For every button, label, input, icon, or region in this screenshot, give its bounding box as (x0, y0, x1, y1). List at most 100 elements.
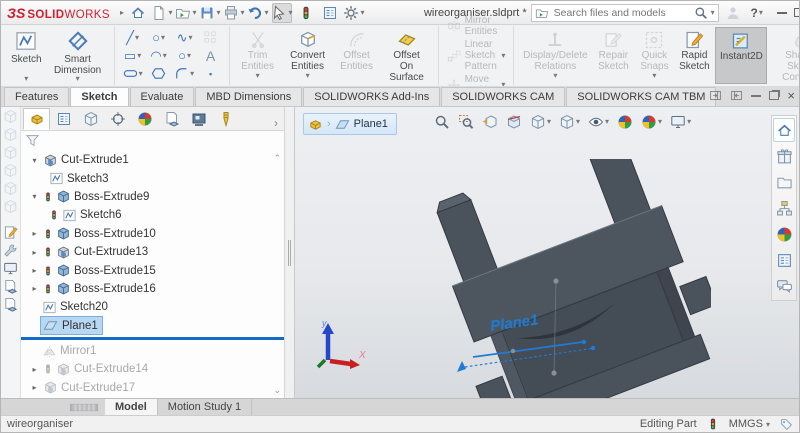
expand-arrow-icon[interactable]: ▸ (29, 229, 40, 238)
point-tool-button[interactable]: ▪ (198, 69, 224, 79)
ellipse-tool-button[interactable]: ○ ▾ (172, 48, 198, 63)
file-properties-button[interactable] (320, 3, 340, 23)
open-button[interactable]: ▾ (176, 3, 196, 23)
spline-tool-button[interactable]: ∿ ▾ (172, 30, 198, 46)
tree-item-boss-extrude9[interactable]: ▾ Boss-Extrude9 (21, 188, 284, 206)
tab-cam-feature-tree[interactable] (158, 108, 185, 130)
doc-close-button[interactable]: × (787, 89, 795, 102)
help-button[interactable]: ? ▾ (747, 3, 767, 23)
tree-scroll-up-icon[interactable]: ⌃ (273, 153, 281, 164)
expand-arrow-icon[interactable]: ▾ (29, 156, 40, 165)
view-settings-button[interactable]: ▾ (669, 113, 692, 131)
view-orientation-button[interactable]: ▾ (529, 113, 552, 131)
monitor-icon[interactable] (3, 261, 18, 276)
tab-solidworks-cam-tbm[interactable]: SOLIDWORKS CAM TBM (566, 87, 717, 106)
search-icon[interactable] (694, 6, 708, 20)
expand-arrow-icon[interactable]: ▸ (29, 365, 40, 374)
tree-item-cut-extrude17[interactable]: ▸ Cut-Extrude17 (21, 379, 284, 397)
filter-funnel-icon[interactable] (25, 133, 40, 148)
tree-item-cut-extrude1[interactable]: ▾ Cut-Extrude1 (21, 151, 284, 169)
tab-motion-study-1[interactable]: Motion Study 1 (158, 399, 253, 415)
rectangle-tool-button[interactable]: ▭ ▾ (120, 48, 146, 64)
layers2-icon[interactable] (3, 297, 18, 312)
tab-configuration-manager[interactable] (77, 108, 104, 130)
appearances-button[interactable] (773, 222, 795, 246)
tab-solidworks-add-ins[interactable]: SOLIDWORKS Add-Ins (303, 87, 441, 106)
home-button[interactable] (128, 3, 148, 23)
offset-entities-button[interactable]: Offset Entities (335, 27, 379, 84)
pane-right-icon[interactable] (730, 89, 743, 102)
repair-sketch-button[interactable]: Repair Sketch (593, 27, 633, 84)
arc-tool-button[interactable]: ◠ ▾ (146, 48, 172, 64)
search-dropdown-icon[interactable]: ▾ (711, 8, 715, 17)
tab-evaluate[interactable]: Evaluate (129, 87, 195, 106)
tree-item-boss-extrude10[interactable]: ▸ Boss-Extrude10 (21, 225, 284, 243)
expand-arrow-icon[interactable]: ▸ (29, 248, 40, 257)
convert-entities-button[interactable]: Convert Entities ▾ (283, 27, 333, 84)
line-tool-button[interactable]: ╱ ▾ (120, 30, 146, 46)
tag-icon[interactable] (780, 418, 793, 431)
sketch-button[interactable]: Sketch ▾ (8, 27, 45, 84)
search-input[interactable] (551, 5, 691, 20)
tree-item-sketch20[interactable]: Sketch20 (21, 298, 284, 316)
search-box[interactable]: ▾ (530, 3, 719, 22)
tree-item-sketch6[interactable]: Sketch6 (21, 206, 284, 224)
tab-features[interactable]: Features (4, 87, 70, 106)
tree-item-plane1[interactable]: Plane1 (21, 316, 284, 336)
expand-arrow-icon[interactable]: ▾ (29, 192, 40, 201)
expand-arrow-icon[interactable]: ▸ (29, 266, 40, 275)
view-cube-icon-2[interactable] (3, 127, 18, 142)
offset-on-surface-button[interactable]: Offset On Surface (381, 27, 433, 84)
status-units[interactable]: MMGS ▾ (729, 418, 770, 430)
new-document-button[interactable]: ▾ (152, 3, 172, 23)
doc-restore-button[interactable] (769, 91, 780, 100)
tab-cam-tools[interactable] (212, 108, 239, 130)
mirror-entities-button[interactable]: Mirror Entities (447, 15, 506, 37)
display-delete-relations-button[interactable]: Display/Delete Relations ▾ (519, 27, 591, 84)
model-3d-view[interactable]: Plane1 (421, 159, 711, 398)
tab-mbd-dimensions[interactable]: MBD Dimensions (195, 87, 303, 106)
shaded-sketch-contours-button[interactable]: Shaded Sketch Contours (769, 27, 799, 84)
view-palette-button[interactable] (773, 196, 795, 220)
design-library-button[interactable] (773, 144, 795, 168)
selection-breadcrumb[interactable]: › Plane1 (303, 113, 397, 135)
panel-splitter[interactable] (284, 107, 295, 398)
sketch-pattern-button[interactable] (198, 30, 224, 45)
hide-show-items-button[interactable]: ▾ (587, 113, 610, 131)
view-cube-icon-1[interactable] (3, 109, 18, 124)
tree-scroll-down-icon[interactable]: ⌄ (273, 385, 281, 396)
panel-tabs-overflow-icon[interactable]: › (274, 116, 282, 130)
tab-model[interactable]: Model (105, 399, 158, 415)
tab-cam-operation-tree[interactable] (185, 108, 212, 130)
section-view-button[interactable] (505, 113, 523, 131)
login-button[interactable] (723, 3, 743, 23)
graphics-viewport[interactable]: › Plane1 ▾ ▾ ▾ ▾ ▾ Plane1 y X (295, 107, 799, 398)
save-button[interactable]: ▾ (200, 3, 220, 23)
toolbar-expander-icon[interactable]: ▸ (120, 8, 124, 17)
text-tool-button[interactable]: A (198, 48, 224, 64)
tab-property-manager[interactable] (50, 108, 77, 130)
tab-dimxpert[interactable] (104, 108, 131, 130)
smart-dimension-button[interactable]: Smart Dimension ▾ (47, 27, 109, 84)
tab-solidworks-cam[interactable]: SOLIDWORKS CAM (441, 87, 566, 106)
zoom-to-fit-button[interactable] (433, 113, 451, 131)
tree-item-mirror1[interactable]: Mirror1 (21, 342, 284, 360)
splitter-grip[interactable] (288, 239, 291, 266)
maximize-button[interactable] (793, 8, 799, 17)
custom-properties-button[interactable] (773, 248, 795, 272)
zoom-to-area-button[interactable] (457, 113, 475, 131)
expand-arrow-icon[interactable]: ▸ (29, 284, 40, 293)
circle-tool-button[interactable]: ○ ▾ (146, 30, 172, 45)
edit-appearance-button[interactable] (616, 113, 634, 131)
apply-scene-button[interactable]: ▾ (640, 113, 663, 131)
layers-icon[interactable] (3, 279, 18, 294)
fillet-tool-button[interactable]: ▾ (172, 67, 198, 81)
sketch-assist-icon[interactable] (3, 225, 18, 240)
instant2d-button[interactable]: Instant2D (715, 27, 768, 84)
quick-snaps-button[interactable]: Quick Snaps ▾ (635, 27, 673, 84)
rapid-sketch-button[interactable]: Rapid Sketch (675, 27, 713, 84)
view-cube-icon-4[interactable] (3, 163, 18, 178)
polygon-tool-button[interactable] (146, 66, 172, 81)
options-button[interactable]: ▾ (344, 3, 364, 23)
forum-button[interactable] (773, 274, 795, 298)
